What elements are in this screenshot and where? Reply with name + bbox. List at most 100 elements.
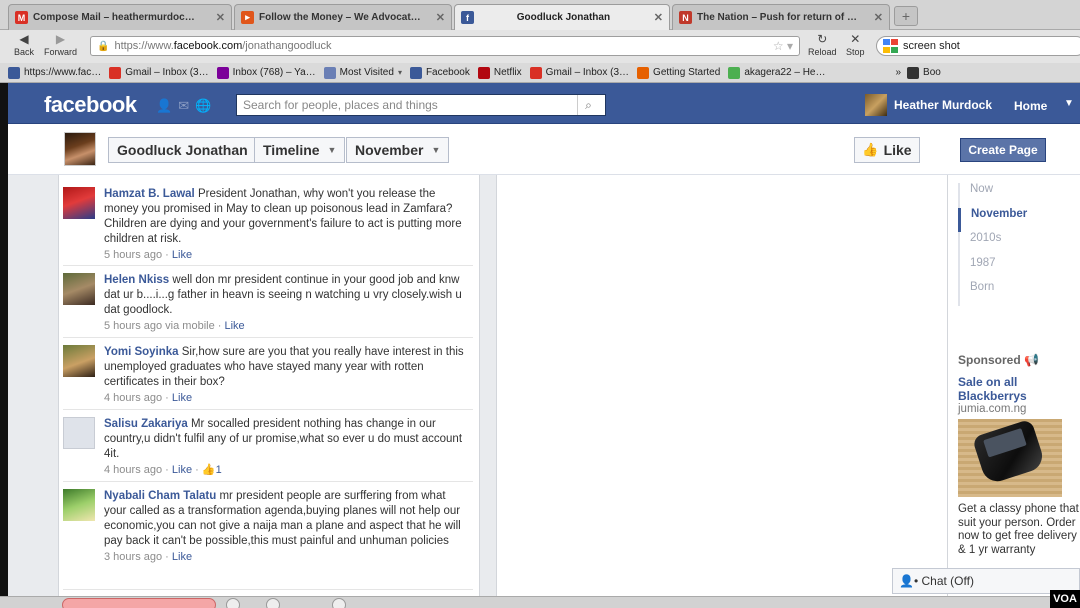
chevron-down-icon[interactable]: ▼: [1064, 98, 1074, 109]
ad-domain[interactable]: jumia.com.ng: [958, 403, 1026, 415]
comment-time[interactable]: 5 hours ago: [104, 249, 162, 261]
bookmark-item[interactable]: https://www.fac…: [8, 66, 101, 79]
home-link[interactable]: Home: [1014, 99, 1047, 113]
timeline-scrubber: Now November 2010s 1987 Born: [958, 183, 1027, 306]
megaphone-icon: 📢: [1024, 353, 1039, 367]
browser-search-field[interactable]: screen shot: [876, 36, 1080, 56]
news-icon: N: [679, 11, 692, 24]
create-page-button[interactable]: Create Page: [960, 138, 1046, 162]
close-icon[interactable]: ✕: [874, 11, 883, 24]
scrubber-now[interactable]: Now: [958, 183, 1027, 208]
browser-nav-bar: ◀ Back ▶ Forward 🔒 https://www. facebook.…: [0, 30, 1080, 63]
search-icon[interactable]: ⌕: [577, 95, 599, 115]
bookmark-item[interactable]: akagera22 – He…: [728, 66, 825, 79]
gmail-icon: M: [15, 11, 28, 24]
bookmark-item[interactable]: Gmail – Inbox (3…: [109, 66, 209, 79]
find-next-button[interactable]: [226, 598, 240, 608]
stop-button[interactable]: ✕ Stop: [846, 32, 865, 57]
divider: [63, 481, 473, 482]
find-bar: [0, 596, 1080, 608]
default-avatar-icon[interactable]: [63, 417, 95, 449]
ad-phone-image[interactable]: [958, 418, 1062, 497]
comment-author[interactable]: Salisu Zakariya: [104, 418, 188, 430]
like-link[interactable]: Like: [172, 464, 192, 476]
address-bar[interactable]: 🔒 https://www. facebook.com/jonathangoodl…: [90, 36, 800, 56]
avatar[interactable]: [63, 273, 95, 305]
scrubber-november[interactable]: November: [958, 207, 1027, 232]
chevron-down-icon: ▾: [397, 68, 402, 77]
like-link[interactable]: Like: [172, 392, 192, 404]
find-input[interactable]: [62, 598, 216, 608]
avatar[interactable]: [63, 489, 95, 521]
comment-time[interactable]: 3 hours ago: [104, 551, 162, 563]
month-selector[interactable]: November ▼: [346, 137, 450, 163]
page-name-button[interactable]: Goodluck Jonathan: [108, 137, 257, 163]
ad-title[interactable]: Sale on all Blackberrys: [958, 375, 1078, 403]
like-link[interactable]: Like: [224, 320, 244, 332]
notifications-icon[interactable]: 🌐: [195, 98, 211, 114]
friend-requests-icon[interactable]: 👤: [156, 98, 172, 114]
firefox-icon: [637, 66, 650, 79]
divider: [63, 265, 473, 266]
new-tab-button[interactable]: +: [894, 6, 918, 26]
bookmark-item[interactable]: Netflix: [477, 66, 522, 79]
tab-compose-mail[interactable]: M Compose Mail – heathermurdoc… ✕: [8, 4, 232, 30]
like-link[interactable]: Like: [172, 249, 192, 261]
site-icon: [728, 66, 741, 79]
divider: [63, 337, 473, 338]
tab-goodluck-jonathan[interactable]: f Goodluck Jonathan ✕: [454, 4, 670, 30]
facebook-search-input[interactable]: Search for people, places and things ⌕: [236, 94, 606, 116]
timeline-selector[interactable]: Timeline ▼: [254, 137, 346, 163]
comments-column: Hamzat B. Lawal President Jonathan, why …: [58, 175, 480, 608]
avatar[interactable]: [63, 345, 95, 377]
browser-tab-bar: M Compose Mail – heathermurdoc… ✕ ▸ Foll…: [0, 0, 1080, 30]
close-icon[interactable]: ✕: [216, 11, 225, 24]
comment-time[interactable]: 5 hours ago: [104, 320, 162, 332]
comment-author[interactable]: Nyabali Cham Talatu: [104, 490, 216, 502]
thumbs-up-icon[interactable]: 👍: [202, 464, 216, 476]
divider: [63, 589, 473, 590]
comment-author[interactable]: Hamzat B. Lawal: [104, 188, 195, 200]
page-profile-picture[interactable]: [64, 132, 96, 166]
avatar[interactable]: [63, 187, 95, 219]
tab-the-nation[interactable]: N The Nation – Push for return of … ✕: [672, 4, 890, 30]
bookmark-item[interactable]: Getting Started: [637, 66, 720, 79]
scrubber-2010s[interactable]: 2010s: [958, 232, 1027, 257]
bookmark-item[interactable]: Inbox (768) – Ya…: [216, 66, 316, 79]
bookmarks-overflow[interactable]: » Boo: [895, 66, 941, 79]
scrubber-1987[interactable]: 1987: [958, 256, 1027, 281]
like-page-button[interactable]: 👍 Like: [854, 137, 920, 163]
thumbs-up-icon: 👍: [862, 142, 879, 157]
find-previous-button[interactable]: [266, 598, 280, 608]
forward-button[interactable]: ▶ Forward: [44, 32, 77, 57]
comment-author[interactable]: Yomi Soyinka: [104, 346, 179, 358]
right-sidebar: Now November 2010s 1987 Born Sponsored 📢…: [948, 175, 1080, 608]
back-button[interactable]: ◀ Back: [14, 32, 34, 57]
highlight-all-checkbox[interactable]: [332, 598, 346, 608]
user-profile-link[interactable]: Heather Murdock: [865, 94, 992, 116]
scrubber-born[interactable]: Born: [958, 281, 1027, 306]
close-icon[interactable]: ✕: [654, 11, 663, 24]
phone-icon: [971, 418, 1047, 486]
facebook-logo[interactable]: facebook: [44, 92, 137, 118]
messages-icon[interactable]: ✉: [178, 98, 189, 114]
timeline-right-column: [496, 175, 948, 608]
comment-author[interactable]: Helen Nkiss: [104, 274, 169, 286]
bookmark-folder[interactable]: Most Visited ▾: [323, 66, 402, 79]
ad-text: Get a classy phone that suit your person…: [958, 503, 1079, 556]
tab-follow-the-money[interactable]: ▸ Follow the Money – We Advocat… ✕: [234, 4, 452, 30]
facebook-icon: [8, 66, 20, 79]
bookmark-star-icon[interactable]: ☆ ▾: [773, 39, 793, 53]
close-icon[interactable]: ✕: [436, 11, 445, 24]
chat-icon: 👤•: [899, 574, 919, 588]
bookmark-item[interactable]: Facebook: [409, 66, 470, 79]
like-count[interactable]: 1: [216, 464, 222, 476]
bookmarks-bar: https://www.fac… Gmail – Inbox (3… Inbox…: [0, 63, 1080, 83]
bookmark-item[interactable]: Gmail – Inbox (3…: [529, 66, 629, 79]
lock-icon: 🔒: [97, 40, 110, 52]
reload-button[interactable]: ↻ Reload: [808, 32, 837, 57]
like-link[interactable]: Like: [172, 551, 192, 563]
comment-time[interactable]: 4 hours ago: [104, 464, 162, 476]
avatar: [865, 94, 887, 116]
comment-time[interactable]: 4 hours ago: [104, 392, 162, 404]
